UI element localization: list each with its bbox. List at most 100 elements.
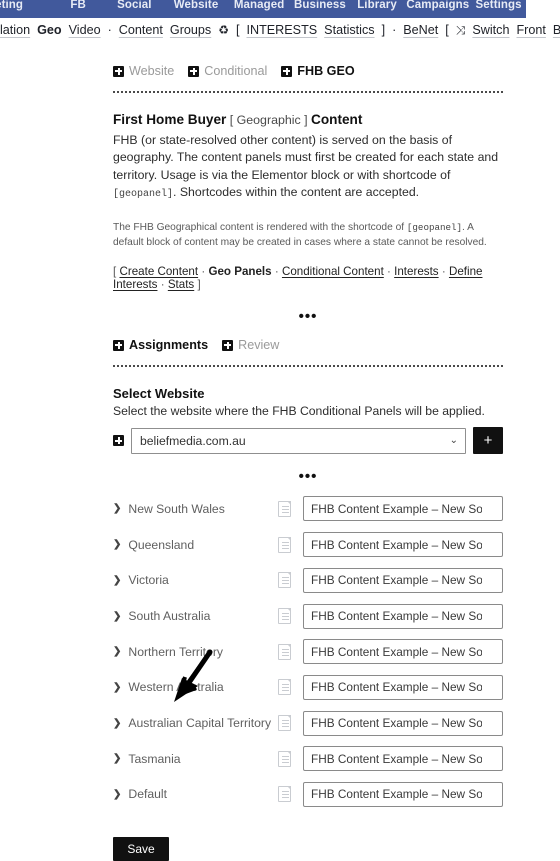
geo-content-select-australian-capital-territory[interactable]: FHB Content Example – New South W bbox=[303, 710, 503, 736]
panel-tab-fhb-geo[interactable]: FHB GEO bbox=[297, 64, 354, 78]
page-title-part1: First Home Buyer bbox=[113, 112, 227, 127]
subnav-item-front[interactable]: Front bbox=[516, 23, 545, 37]
note-paragraph: The FHB Geographical content is rendered… bbox=[113, 220, 503, 251]
document-icon bbox=[278, 536, 291, 553]
panel-tab-conditional[interactable]: Conditional bbox=[204, 64, 267, 78]
tab-assignments[interactable]: Assignments bbox=[129, 338, 208, 352]
subnav-separator-dot-1: · bbox=[107, 23, 112, 37]
topbar-item-marketing[interactable]: rketing bbox=[0, 0, 52, 11]
subnav-item-statistics[interactable]: Statistics bbox=[324, 23, 374, 37]
geo-row-label-queensland[interactable]: ❯ Queensland bbox=[113, 538, 278, 552]
save-button[interactable]: Save bbox=[113, 837, 169, 861]
table-row: ❯ Queensland FHB Content Example – New S… bbox=[113, 527, 503, 563]
page-title-geographic: [ Geographic ] bbox=[226, 113, 312, 127]
link-stats[interactable]: Stats bbox=[168, 278, 194, 291]
table-row: ❯ Northern Territory FHB Content Example… bbox=[113, 634, 503, 670]
chevron-right-icon: ❯ bbox=[113, 681, 122, 693]
geo-row-label-south-australia[interactable]: ❯ South Australia bbox=[113, 609, 278, 623]
subnav-item-blocks[interactable]: Blocks bbox=[553, 23, 560, 37]
geo-row-label-western-australia[interactable]: ❯ Western Australia bbox=[113, 680, 278, 694]
link-sep-4: · bbox=[441, 265, 446, 279]
geo-content-select-new-south-wales[interactable]: FHB Content Example – New South W bbox=[303, 496, 503, 522]
website-select[interactable]: beliefmedia.com.au bbox=[131, 427, 466, 454]
topbar-item-social[interactable]: Social bbox=[105, 0, 164, 11]
subnav-bracket-open-2: [ bbox=[445, 23, 449, 37]
link-bracket-close: ] bbox=[197, 278, 201, 292]
document-icon bbox=[278, 679, 291, 696]
subnav-bracket-close-1: ] bbox=[381, 23, 386, 37]
shuffle-icon[interactable]: ⤨ bbox=[456, 23, 466, 38]
link-sep-3: · bbox=[387, 265, 391, 279]
subnav-item-groups[interactable]: Groups bbox=[170, 23, 211, 37]
geo-content-select-northern-territory[interactable]: FHB Content Example – New South W bbox=[303, 639, 503, 665]
table-row: ❯ Default FHB Content Example – New Sout… bbox=[113, 777, 503, 813]
add-website-button[interactable]: + bbox=[473, 427, 503, 455]
intro-paragraph-text-2: . Shortcodes within the content are acce… bbox=[173, 185, 420, 200]
panel-tab-website[interactable]: Website bbox=[129, 64, 174, 78]
geo-row-label-new-south-wales[interactable]: ❯ New South Wales bbox=[113, 502, 278, 516]
subnav-item-interests[interactable]: INTERESTS bbox=[246, 23, 317, 37]
topbar-item-settings[interactable]: Settings bbox=[471, 0, 526, 11]
link-geo-panels[interactable]: Geo Panels bbox=[208, 265, 271, 278]
document-icon bbox=[278, 572, 291, 589]
plus-square-icon-website[interactable] bbox=[113, 65, 124, 77]
subnav-item-content[interactable]: Content bbox=[119, 23, 163, 37]
tab-review[interactable]: Review bbox=[238, 338, 279, 352]
assignment-tab-bar: Assignments Review bbox=[113, 338, 503, 352]
select-website-description: Select the website where the FHB Conditi… bbox=[113, 404, 485, 419]
geo-row-label-default[interactable]: ❯ Default bbox=[113, 787, 278, 801]
panel-tab-bar: Website Conditional FHB GEO bbox=[113, 64, 503, 78]
link-bracket-open: [ bbox=[113, 265, 117, 279]
chevron-right-icon: ❯ bbox=[113, 503, 122, 515]
subnav-item-switch[interactable]: Switch bbox=[472, 23, 509, 37]
geo-row-state-name: New South Wales bbox=[128, 501, 225, 516]
plus-square-icon-review[interactable] bbox=[222, 339, 234, 351]
geo-row-label-northern-territory[interactable]: ❯ Northern Territory bbox=[113, 645, 278, 659]
link-sep-5: · bbox=[160, 278, 165, 292]
table-row: ❯ Victoria FHB Content Example – New Sou… bbox=[113, 563, 503, 599]
geo-content-select-south-australia[interactable]: FHB Content Example – New South W bbox=[303, 603, 503, 629]
link-interests[interactable]: Interests bbox=[394, 265, 438, 278]
geo-row-state-name: Victoria bbox=[128, 573, 169, 588]
topbar-item-managed[interactable]: Managed bbox=[228, 0, 290, 11]
table-row: ❯ Western Australia FHB Content Example … bbox=[113, 670, 503, 706]
link-sep-2: · bbox=[274, 265, 279, 279]
top-admin-bar: rketing FB Social Website Managed Busine… bbox=[0, 0, 526, 18]
topbar-item-library[interactable]: Library bbox=[350, 0, 405, 11]
topbar-item-campaigns[interactable]: Campaigns bbox=[404, 0, 471, 11]
geo-content-select-victoria[interactable]: FHB Content Example – New South W bbox=[303, 567, 503, 593]
plus-square-icon-website-selector[interactable] bbox=[113, 435, 124, 447]
recycle-icon[interactable]: ♻ bbox=[218, 23, 229, 37]
geo-content-select-default[interactable]: FHB Content Example – New South W bbox=[303, 781, 503, 807]
geo-content-select-western-australia[interactable]: FHB Content Example – New South W bbox=[303, 674, 503, 700]
dotted-divider-bottom bbox=[113, 365, 503, 368]
geo-row-state-name: South Australia bbox=[128, 609, 211, 624]
intro-paragraph-text-1: FHB (or state-resolved other content) is… bbox=[113, 133, 499, 182]
plus-square-icon-fhb-geo[interactable] bbox=[281, 65, 293, 77]
subnav-item-geo[interactable]: Geo bbox=[37, 23, 62, 37]
select-website-heading: Select Website bbox=[113, 386, 205, 402]
geo-row-state-name: Queensland bbox=[128, 537, 195, 552]
subnav-item-benet[interactable]: BeNet bbox=[403, 23, 438, 37]
geo-content-select-tasmania[interactable]: FHB Content Example – New South W bbox=[303, 746, 503, 772]
document-icon bbox=[278, 608, 291, 625]
topbar-item-fb[interactable]: FB bbox=[52, 0, 105, 11]
link-conditional-content[interactable]: Conditional Content bbox=[282, 265, 384, 278]
note-text-1: The FHB Geographical content is rendered… bbox=[113, 221, 407, 233]
plus-square-icon-assignments[interactable] bbox=[113, 339, 124, 351]
topbar-item-business[interactable]: Business bbox=[290, 0, 349, 11]
document-icon bbox=[278, 500, 291, 517]
geo-row-label-australian-capital-territory[interactable]: ❯ Australian Capital Territory bbox=[113, 716, 278, 730]
subnav-separator-dot-2: · bbox=[392, 23, 397, 37]
geo-row-label-tasmania[interactable]: ❯ Tasmania bbox=[113, 752, 278, 766]
plus-square-icon-conditional[interactable] bbox=[188, 65, 200, 77]
link-create-content[interactable]: Create Content bbox=[119, 265, 198, 278]
chevron-right-icon: ❯ bbox=[113, 539, 122, 551]
topbar-item-website[interactable]: Website bbox=[164, 0, 228, 11]
geo-row-label-victoria[interactable]: ❯ Victoria bbox=[113, 573, 278, 587]
subnav-item-lation[interactable]: lation bbox=[0, 23, 30, 37]
geo-content-select-queensland[interactable]: FHB Content Example – New South W bbox=[303, 532, 503, 558]
table-row: ❯ Australian Capital Territory FHB Conte… bbox=[113, 705, 503, 741]
subnav-item-video[interactable]: Video bbox=[69, 23, 101, 37]
table-row: ❯ New South Wales FHB Content Example – … bbox=[113, 491, 503, 527]
